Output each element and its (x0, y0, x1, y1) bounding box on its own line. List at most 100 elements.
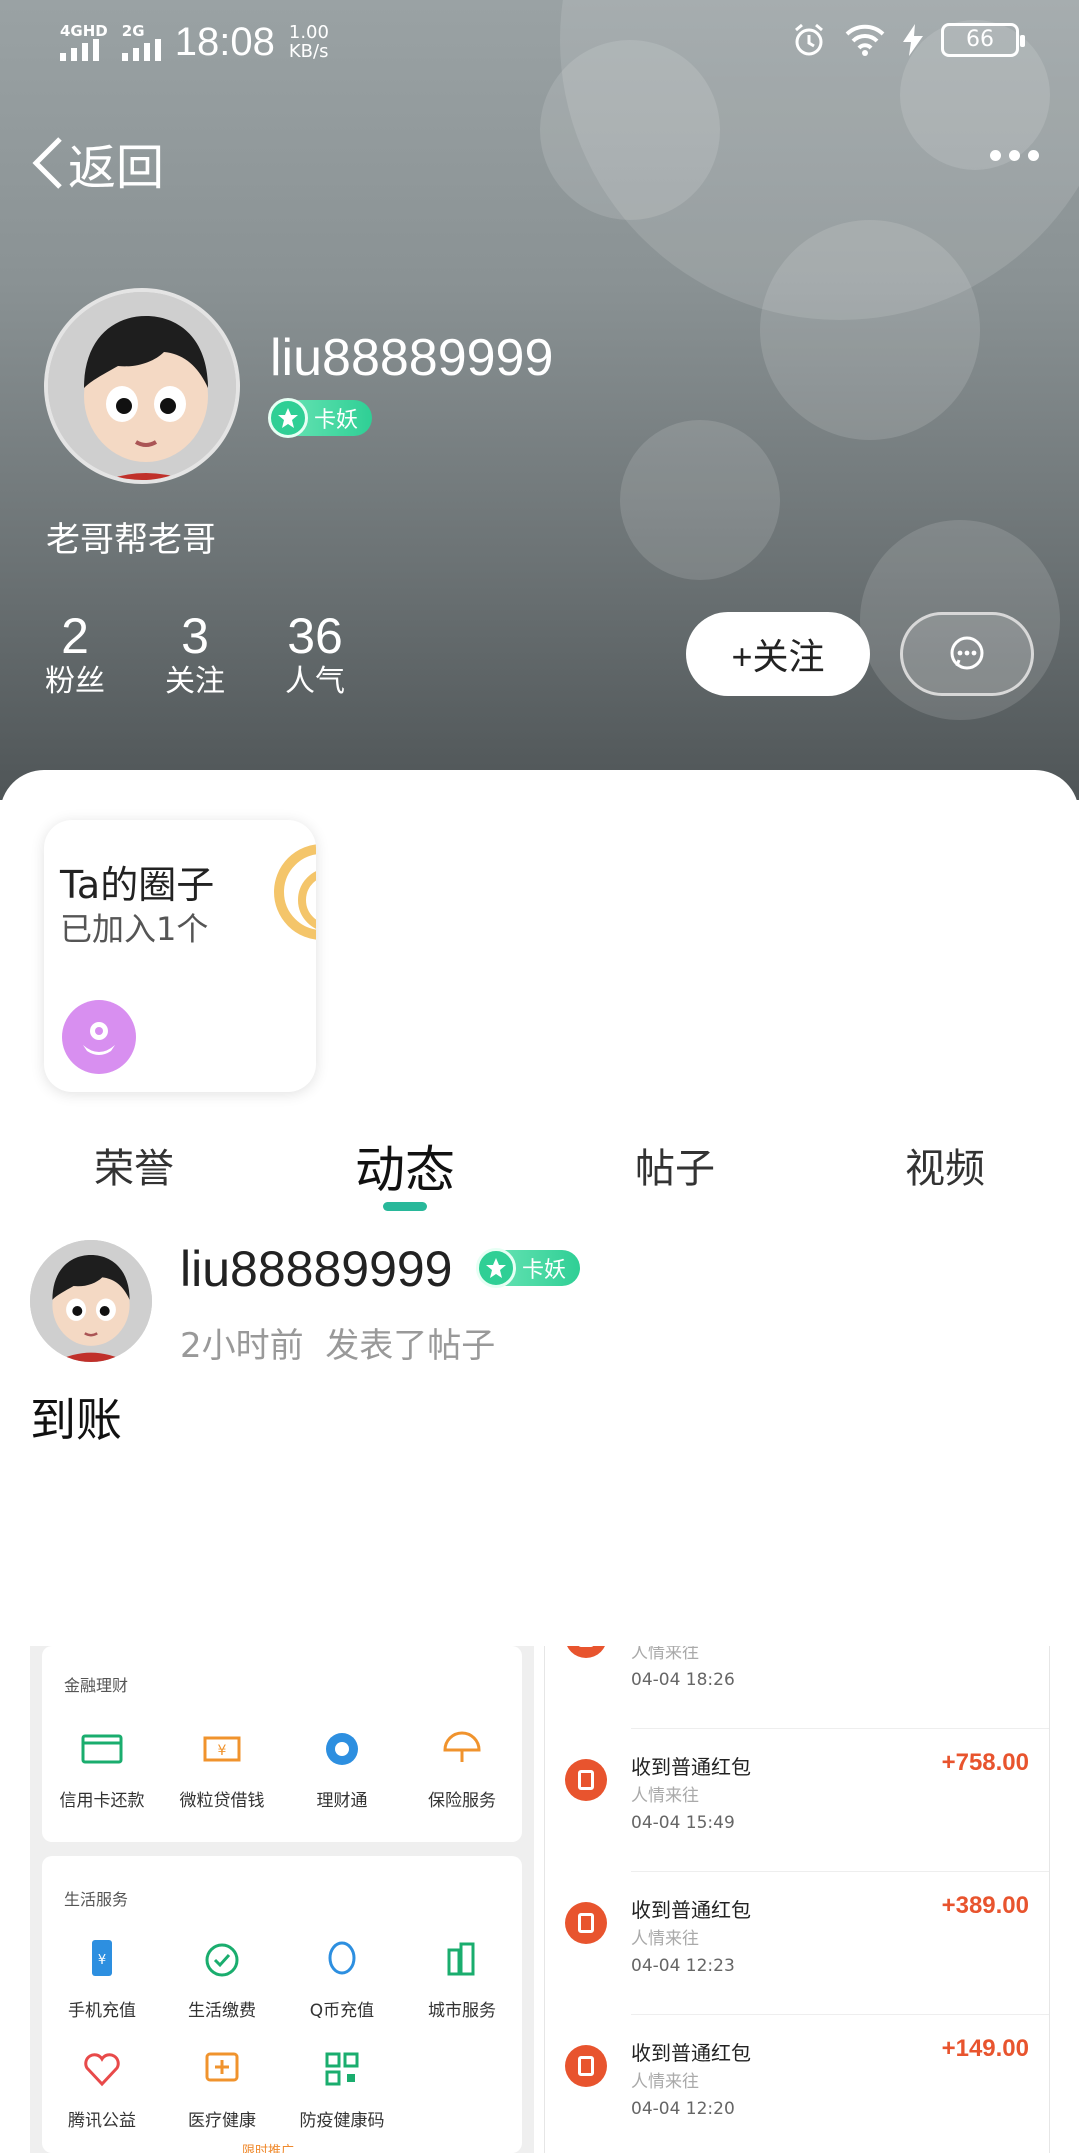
service-utility: 生活缴费 (162, 1936, 282, 2021)
credit-card-icon (81, 1734, 123, 1764)
umbrella-icon (443, 1731, 481, 1762)
transaction-date: 04-04 18:26 (631, 1670, 735, 1690)
stat-value: 3 (181, 608, 209, 664)
service-health: 医疗健康 (162, 2046, 282, 2131)
post-meta: 2小时前 发表了帖子 (180, 1318, 495, 1367)
finance-panel: 金融理财 信用卡还款 ¥ 微粒贷借钱 理财通 保险服务 (42, 1646, 522, 1842)
post-username[interactable]: liu88889999 (180, 1240, 453, 1298)
back-button[interactable]: 返回 (30, 128, 164, 198)
avatar-icon (30, 1240, 152, 1362)
circle-ring-icon (274, 844, 316, 940)
service-label: 理财通 (316, 1791, 368, 1811)
clock: 18:08 (174, 20, 275, 64)
more-options-icon[interactable] (990, 150, 1039, 161)
life-panel: 生活服务 ¥ 手机充值 生活缴费 Q币充值 城市服务 腾讯公益 医疗健康 防疫健… (42, 1856, 522, 2153)
profile-avatar[interactable] (44, 288, 240, 484)
network-speed: 1.00 KB/s (289, 23, 329, 61)
service-wealth: 理财通 (282, 1726, 402, 1811)
service-label: Q币充值 (309, 2001, 375, 2021)
post-avatar[interactable] (30, 1240, 152, 1362)
chat-bubble-icon (950, 636, 984, 670)
service-label: 医疗健康 (188, 2111, 256, 2131)
flower-decoration (620, 420, 780, 580)
stat-popularity[interactable]: 36 人气 (280, 608, 350, 700)
profile-username: liu88889999 (270, 329, 554, 387)
badge-label: 卡妖 (314, 408, 359, 433)
transaction-sub: 人情来往 (631, 1646, 699, 1663)
phone-icon: ¥ (92, 1940, 112, 1976)
post-image-left[interactable]: 金融理财 信用卡还款 ¥ 微粒贷借钱 理财通 保险服务 生活服务 ¥ 手机充值 … (30, 1646, 534, 2153)
service-label: 生活缴费 (188, 2001, 256, 2021)
flower-decoration (760, 220, 980, 440)
service-label: 手机充值 (68, 2001, 136, 2021)
city-icon (447, 1942, 475, 1976)
star-icon (476, 1248, 516, 1288)
transaction-title: 收到普通红包 (631, 1898, 751, 1922)
stat-following[interactable]: 3 关注 (160, 608, 230, 700)
circle-avatar-icon (62, 1000, 136, 1074)
circle-card[interactable]: Ta的圈子 已加入1个 (44, 820, 316, 1092)
post-text[interactable]: 到账 (30, 1384, 122, 1450)
tab-activity[interactable]: 动态 (305, 1130, 505, 1202)
profile-signature: 老哥帮老哥 (46, 520, 216, 560)
service-label: 城市服务 (428, 2001, 496, 2021)
post-image-right[interactable]: 人情来往 04-04 18:26 收到普通红包 人情来往 04-04 15:49… (544, 1646, 1050, 2153)
transaction-title: 收到普通红包 (631, 2041, 751, 2065)
svg-text:¥: ¥ (218, 1743, 227, 1759)
profile-tabs: 荣誉 动态 帖子 视频 (0, 1130, 1079, 1210)
service-label: 防疫健康码 (299, 2111, 385, 2131)
wealth-icon (326, 1733, 358, 1765)
stat-value: 2 (61, 608, 89, 664)
service-label: 保险服务 (428, 1791, 496, 1811)
transaction-row: 收到普通红包 人情来往 04-04 12:20 +149.00 (545, 2015, 1049, 2153)
service-insurance: 保险服务 (402, 1726, 522, 1811)
money-icon: ¥ (203, 1736, 241, 1762)
wifi-icon (845, 24, 885, 56)
panel-header: 金融理财 (64, 1676, 129, 1695)
follow-button[interactable]: +关注 (686, 612, 870, 696)
transaction-sub: 人情来往 (631, 2072, 699, 2092)
post-time: 2小时前 (180, 1326, 304, 1366)
tab-honor[interactable]: 荣誉 (34, 1136, 234, 1194)
service-phone: ¥ 手机充值 (42, 1936, 162, 2021)
check-icon (205, 1943, 239, 1977)
qq-icon (328, 1941, 356, 1975)
signal-bars-icon (121, 38, 161, 61)
level-badge: 卡妖 (476, 1248, 581, 1288)
stat-label: 关注 (165, 664, 225, 699)
signal-bars-icon (60, 38, 99, 61)
transaction-amount: +149.00 (941, 2035, 1029, 2062)
badge-label: 卡妖 (522, 1258, 567, 1283)
transaction-title: 收到普通红包 (631, 1755, 751, 1779)
transaction-row: 收到普通红包 人情来往 04-04 15:49 +758.00 (545, 1729, 1049, 1872)
service-city: 城市服务 (402, 1936, 522, 2021)
speed-unit: KB/s (288, 41, 329, 62)
red-packet-icon (565, 2045, 607, 2087)
post-action: 发表了帖子 (325, 1326, 496, 1366)
service-charity: 腾讯公益 (42, 2046, 162, 2131)
panel-header: 生活服务 (64, 1890, 129, 1909)
transaction-date: 04-04 12:23 (631, 1956, 735, 1976)
transaction-sub: 人情来往 (631, 1786, 699, 1806)
network-label: 2G (121, 21, 145, 40)
service-credit-card: 信用卡还款 (42, 1726, 162, 1811)
heart-icon (84, 2053, 120, 2087)
transaction-row: 收到普通红包 人情来往 04-04 12:23 +389.00 (545, 1872, 1049, 2015)
tab-posts[interactable]: 帖子 (575, 1136, 775, 1194)
message-button[interactable] (900, 612, 1034, 696)
promo-label: 限时推广 (242, 2144, 295, 2153)
transaction-amount: +389.00 (941, 1892, 1029, 1919)
circle-card-title: Ta的圈子 (60, 863, 215, 907)
service-qcoin: Q币充值 (282, 1936, 402, 2021)
tab-indicator (383, 1202, 427, 1211)
stat-followers[interactable]: 2 粉丝 (40, 608, 110, 700)
circle-card-subtitle: 已加入1个 (60, 910, 209, 948)
network-label: 4GHD (60, 21, 108, 40)
star-icon (268, 398, 308, 438)
tab-videos[interactable]: 视频 (845, 1136, 1045, 1194)
red-packet-icon (565, 1646, 607, 1658)
transaction-sub: 人情来往 (631, 1929, 699, 1949)
avatar-icon (48, 292, 236, 480)
chevron-left-icon (32, 137, 62, 189)
service-loan: ¥ 微粒贷借钱 (162, 1726, 282, 1811)
